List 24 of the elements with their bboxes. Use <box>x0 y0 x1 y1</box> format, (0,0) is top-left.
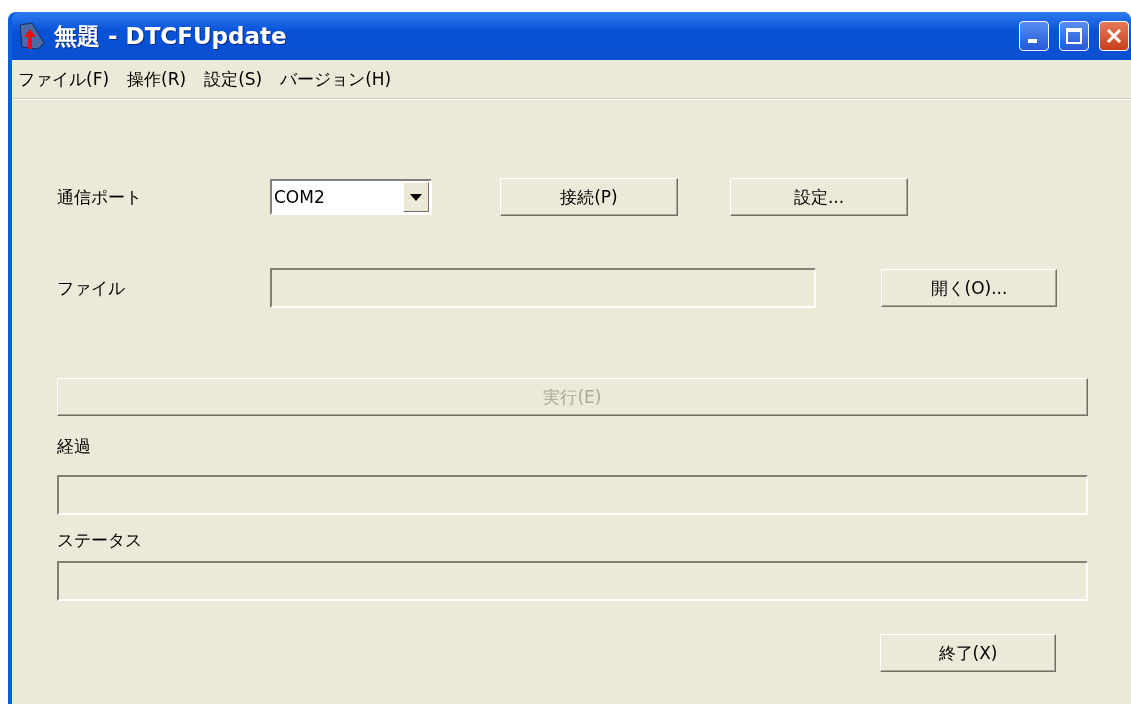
close-icon <box>1105 27 1123 45</box>
settings-button[interactable]: 設定... <box>730 178 908 216</box>
menu-item[interactable]: ファイル(F) <box>14 67 124 91</box>
menu-item[interactable]: バージョン(H) <box>276 67 406 91</box>
caret-icon <box>410 193 422 201</box>
open-button[interactable]: 開く(O)... <box>881 269 1057 307</box>
minimize-button[interactable] <box>1019 21 1049 51</box>
app-icon <box>18 21 46 51</box>
menu-item[interactable]: 設定(S) <box>200 67 277 91</box>
window-title: 無題 - DTCFUpdate <box>54 21 288 51</box>
maximize-icon <box>1065 27 1083 45</box>
file-label: ファイル <box>57 276 126 300</box>
port-label: 通信ポート <box>57 185 143 209</box>
file-field[interactable] <box>270 268 816 308</box>
close-button[interactable] <box>1099 21 1129 51</box>
minimize-icon <box>1027 39 1037 43</box>
status-label: ステータス <box>57 528 142 552</box>
progress-label: 経過 <box>57 434 91 458</box>
status-field[interactable] <box>57 561 1088 601</box>
port-dropdown[interactable]: COM2 <box>270 179 432 215</box>
connect-button[interactable]: 接続(P) <box>500 178 678 216</box>
exit-button[interactable]: 終了(X) <box>880 634 1056 672</box>
maximize-button[interactable] <box>1059 21 1089 51</box>
menu-item[interactable]: 操作(R) <box>123 67 201 91</box>
